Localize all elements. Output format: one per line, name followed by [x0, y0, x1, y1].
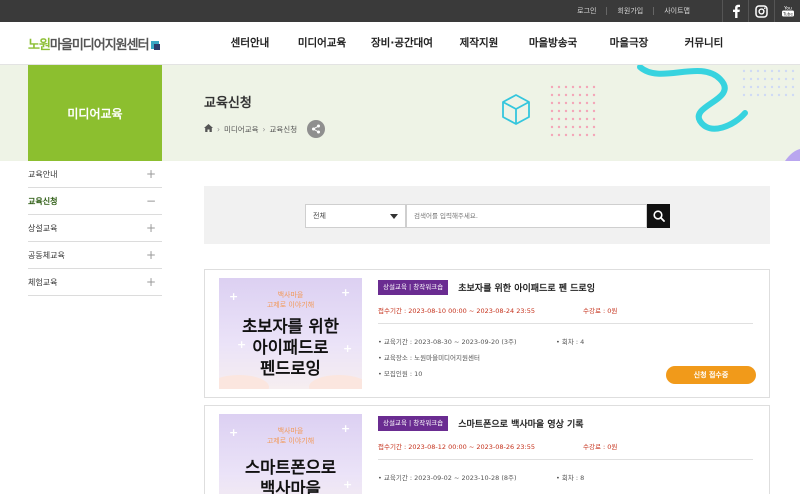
sidebar-item-education-guide[interactable]: 교육안내 +: [28, 161, 162, 188]
education-period: • 교육기간 : 2023-09-02 ~ 2023-10-28 (8주) • …: [378, 474, 585, 482]
course-info: 상설교육 | 창작워크숍 초보자를 위한 아이패드로 펜 드로잉 접수기간 : …: [378, 277, 756, 378]
course-thumbnail[interactable]: + + + 백사마을 고제로 이야기해 스마트폰으로 백사마을: [219, 414, 362, 494]
thumbnail-title-line: 아이패드로: [252, 338, 329, 357]
course-title[interactable]: 스마트폰으로 백사마을 영상 기록: [458, 417, 583, 430]
section-title: 미디어교육: [28, 65, 162, 161]
course-title[interactable]: 초보자를 위한 아이패드로 펜 드로잉: [458, 281, 595, 294]
svg-text:Tube: Tube: [782, 11, 793, 16]
breadcrumb-separator: ›: [217, 124, 220, 134]
gnb-item-theater[interactable]: 마을극장: [593, 22, 665, 65]
sidebar-item-regular-education[interactable]: 상설교육 +: [28, 215, 162, 242]
page-title: 교육신청: [204, 96, 252, 111]
sub-visual: 미디어교육 교육신청 › 미디어교육 › 교육신청: [0, 65, 800, 161]
breadcrumb: › 미디어교육 › 교육신청: [204, 120, 326, 138]
home-icon[interactable]: [204, 124, 213, 134]
expand-icon: +: [145, 248, 156, 262]
divider: [378, 459, 753, 460]
site-header: 노원마을미디어지원센터 센터안내 미디어교육 장비·공간대여 제작지원 마을방송…: [0, 22, 800, 65]
expand-icon: +: [145, 275, 156, 289]
thumbnail-title-line: 스마트폰으로: [244, 458, 337, 477]
category-badge: 상설교육 | 창작워크숍: [378, 416, 449, 431]
search-button[interactable]: [647, 204, 670, 228]
thumbnail-title-line: 초보자를 위한: [242, 317, 339, 336]
signup-link[interactable]: 회원가입: [606, 7, 653, 15]
course-card[interactable]: + + + + 백사마을 고제로 이야기해 초보자를 위한 아이패드로 펜드로잉…: [204, 269, 770, 398]
caret-down-icon: [390, 214, 398, 219]
gnb-item-media-education[interactable]: 미디어교육: [285, 22, 359, 65]
registration-period: 접수기간 : 2023-08-10 00:00 ~ 2023-08-24 23:…: [378, 307, 618, 315]
main-navigation: 센터안내 미디어교육 장비·공간대여 제작지원 마을방송국 마을극장 커뮤니티: [215, 22, 743, 65]
site-logo[interactable]: 노원마을미디어지원센터: [28, 34, 160, 53]
course-card[interactable]: + + + 백사마을 고제로 이야기해 스마트폰으로 백사마을 상설교육 | 창…: [204, 405, 770, 494]
divider: [378, 323, 753, 324]
sitemap-link[interactable]: 사이트맵: [653, 7, 700, 15]
thumbnail-caption: 백사마을: [277, 291, 304, 299]
gnb-item-production[interactable]: 제작지원: [445, 22, 513, 65]
sidebar-menu: 교육안내 + 교육신청 − 상설교육 + 공동체교육 + 체험교육 +: [28, 161, 162, 296]
sidebar-item-education-apply[interactable]: 교육신청 −: [28, 188, 162, 215]
logo-text: 노원마을미디어지원센터: [28, 37, 150, 53]
logo-mark-icon: [150, 41, 160, 50]
search-icon: [652, 210, 665, 222]
login-link[interactable]: 로그인: [567, 7, 606, 15]
breadcrumb-media-education[interactable]: 미디어교육: [224, 124, 259, 135]
category-badge: 상설교육 | 창작워크숍: [378, 280, 449, 295]
sidebar-item-experience-education[interactable]: 체험교육 +: [28, 269, 162, 296]
course-fee: 수강료 : 0원: [583, 443, 618, 451]
thumbnail-title-line: 백사마을: [260, 479, 321, 494]
instagram-icon[interactable]: [748, 0, 774, 22]
course-fee: 수강료 : 0원: [583, 307, 618, 315]
sns-links: You Tube: [722, 0, 800, 22]
session-count: • 회차 : 4: [556, 338, 585, 346]
gnb-item-community[interactable]: 커뮤니티: [665, 22, 743, 65]
breadcrumb-apply[interactable]: 교육신청: [270, 124, 298, 135]
expand-icon: +: [145, 221, 156, 235]
expand-icon: +: [145, 167, 156, 181]
session-count: • 회차 : 8: [556, 474, 585, 482]
utility-links: 로그인 회원가입 사이트맵: [567, 0, 700, 22]
gnb-item-center[interactable]: 센터안내: [215, 22, 285, 65]
youtube-icon[interactable]: You Tube: [774, 0, 800, 22]
breadcrumb-separator: ›: [262, 124, 266, 134]
course-thumbnail[interactable]: + + + + 백사마을 고제로 이야기해 초보자를 위한 아이패드로 펜드로잉: [219, 278, 362, 389]
registration-period: 접수기간 : 2023-08-12 00:00 ~ 2023-08-26 23:…: [378, 443, 618, 451]
education-place: • 교육장소 : 노원마을미디어지원센터: [378, 354, 480, 362]
apply-status-button[interactable]: 신청 접수중: [666, 366, 756, 384]
share-button[interactable]: [307, 120, 326, 138]
gnb-item-rental[interactable]: 장비·공간대여: [359, 22, 445, 65]
thumbnail-caption: 백사마을: [277, 427, 304, 435]
search-input[interactable]: [406, 204, 647, 228]
top-utility-bar: 로그인 회원가입 사이트맵 You Tube: [0, 0, 800, 22]
search-box: 전체: [204, 186, 770, 244]
facebook-icon[interactable]: [722, 0, 748, 22]
sidebar-item-community-education[interactable]: 공동체교육 +: [28, 242, 162, 269]
thumbnail-caption: 고제로 이야기해: [266, 301, 315, 309]
thumbnail-caption: 고제로 이야기해: [266, 437, 315, 445]
category-select[interactable]: 전체: [305, 204, 406, 228]
share-icon: [312, 124, 321, 134]
course-info: 상설교육 | 창작워크숍 스마트폰으로 백사마을 영상 기록 접수기간 : 20…: [378, 413, 756, 482]
gnb-item-broadcast[interactable]: 마을방송국: [513, 22, 593, 65]
collapse-icon: −: [145, 194, 156, 208]
education-period: • 교육기간 : 2023-08-30 ~ 2023-09-20 (3주) • …: [378, 338, 585, 346]
